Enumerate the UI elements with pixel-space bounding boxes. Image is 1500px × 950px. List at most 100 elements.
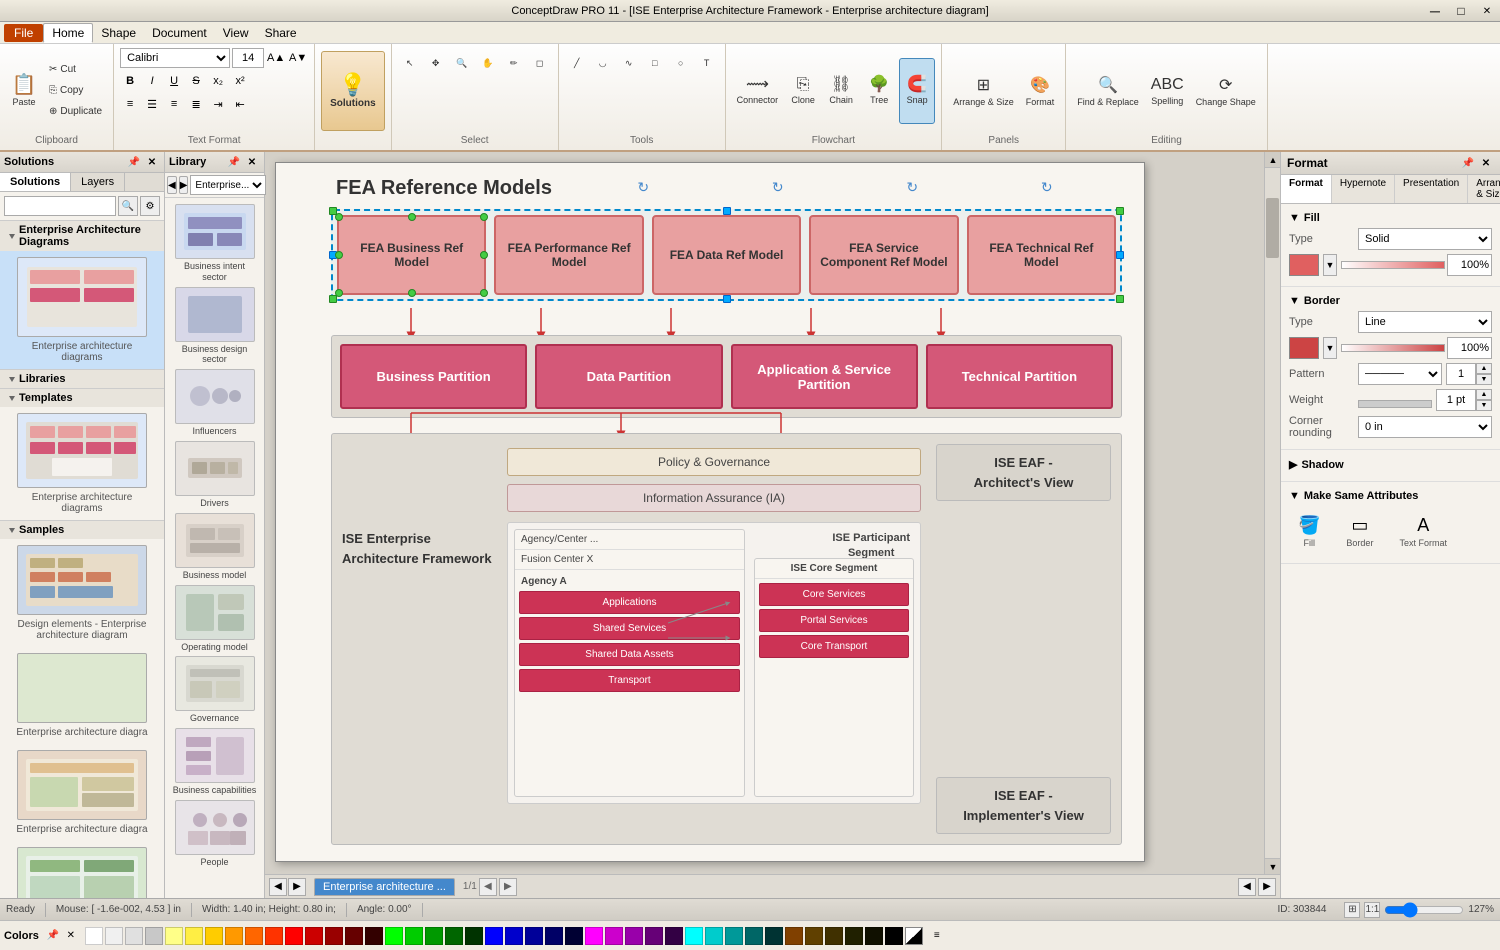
- arc-tool-btn[interactable]: ◡: [591, 48, 615, 78]
- rect-tool-btn[interactable]: □: [643, 48, 667, 78]
- close-btn[interactable]: ✕: [1474, 0, 1500, 22]
- color-blue[interactable]: [485, 927, 503, 945]
- ellipse-tool-btn[interactable]: ○: [669, 48, 693, 78]
- paste-button[interactable]: 📋 Paste: [6, 58, 42, 124]
- handle-bc[interactable]: [723, 295, 731, 303]
- lib-forward-btn[interactable]: ▶: [179, 176, 189, 194]
- color-black[interactable]: [885, 927, 903, 945]
- bold-button[interactable]: B: [120, 71, 140, 91]
- sol-sample-3[interactable]: Enterprise architecture diagra: [0, 744, 164, 841]
- conn-handle-tc[interactable]: [408, 213, 416, 221]
- hscroll-right-btn[interactable]: ▶: [1258, 878, 1276, 896]
- sol-section-templates[interactable]: Templates: [0, 388, 164, 407]
- refresh-icon-3[interactable]: ↻: [906, 179, 918, 196]
- hscroll-left-btn[interactable]: ◀: [1238, 878, 1256, 896]
- fea-box-0[interactable]: FEA Business Ref Model: [337, 215, 486, 295]
- sol-sample-1[interactable]: Design elements - Enterprise architectur…: [0, 539, 164, 647]
- strikethrough-button[interactable]: S: [186, 71, 206, 91]
- color-maroon[interactable]: [345, 927, 363, 945]
- chain-button[interactable]: ⛓ Chain: [823, 58, 859, 124]
- color-yellow[interactable]: [185, 927, 203, 945]
- corner-rounding-select[interactable]: 0 in 0.1 in 0.2 in: [1358, 416, 1492, 438]
- format-make-same-header[interactable]: ▼ Make Same Attributes: [1289, 488, 1492, 506]
- copy-button[interactable]: ⎘Copy: [44, 81, 107, 101]
- line-tool-btn[interactable]: ╱: [565, 48, 589, 78]
- zoom-actual-btn[interactable]: 1:1: [1364, 902, 1380, 918]
- border-opacity-input[interactable]: [1447, 337, 1492, 359]
- color-navy[interactable]: [545, 927, 563, 945]
- shared-services-btn[interactable]: Shared Services: [519, 617, 740, 640]
- align-left-btn[interactable]: ≡: [120, 94, 140, 114]
- color-chocolate[interactable]: [825, 927, 843, 945]
- color-red-darker[interactable]: [325, 927, 343, 945]
- solutions-filter-btn[interactable]: ⚙: [140, 196, 160, 216]
- pattern-down-btn[interactable]: ▼: [1476, 374, 1492, 385]
- format-shadow-header[interactable]: ▶ Shadow: [1289, 456, 1492, 475]
- lib-item-6[interactable]: Governance: [171, 656, 259, 724]
- color-blue-dark[interactable]: [505, 927, 523, 945]
- fill-color-swatch[interactable]: [1289, 254, 1319, 276]
- color-magenta[interactable]: [585, 927, 603, 945]
- underline-button[interactable]: U: [164, 71, 184, 91]
- library-pin-btn[interactable]: 📌: [226, 154, 242, 170]
- color-lime[interactable]: [385, 927, 403, 945]
- solutions-tab-layers[interactable]: Layers: [71, 173, 125, 191]
- canvas-scroll[interactable]: FEA Reference Models ↻ ↻ ↻ ↻: [265, 152, 1264, 874]
- pattern-value-input[interactable]: [1446, 363, 1476, 385]
- border-color-swatch[interactable]: [1289, 337, 1319, 359]
- color-gray[interactable]: [125, 927, 143, 945]
- library-dropdown[interactable]: Enterprise...: [190, 175, 266, 195]
- sol-section-ea-diagrams[interactable]: Enterprise Architecture Diagrams: [0, 220, 164, 251]
- color-mid-gray[interactable]: [145, 927, 163, 945]
- format-tab-arrange[interactable]: Arrange & Size: [1468, 175, 1500, 203]
- align-justify-btn[interactable]: ≣: [186, 94, 206, 114]
- change-shape-button[interactable]: ⟳ Change Shape: [1191, 58, 1261, 124]
- font-family-select[interactable]: Calibri: [120, 48, 230, 68]
- conn-handle-br[interactable]: [480, 289, 488, 297]
- fea-box-4[interactable]: FEA Technical Ref Model: [967, 215, 1116, 295]
- diagram-canvas[interactable]: FEA Reference Models ↻ ↻ ↻ ↻: [275, 162, 1145, 862]
- partition-data[interactable]: Data Partition: [535, 344, 722, 409]
- color-purple-light[interactable]: [605, 927, 623, 945]
- applications-btn[interactable]: Applications: [519, 591, 740, 614]
- colors-pin-btn[interactable]: 📌: [45, 928, 61, 944]
- font-shrink-btn[interactable]: A▼: [288, 48, 308, 68]
- menu-shape[interactable]: Shape: [93, 24, 144, 42]
- vscroll-thumb[interactable]: [1266, 198, 1279, 258]
- colors-close-btn[interactable]: ✕: [63, 928, 79, 944]
- tab-nav-left-btn[interactable]: ◀: [269, 878, 287, 896]
- tab-nav-right-btn[interactable]: ▶: [288, 878, 306, 896]
- italic-button[interactable]: I: [142, 71, 162, 91]
- refresh-icon-1[interactable]: ↻: [637, 179, 649, 196]
- format-tab-hypernote[interactable]: Hypernote: [1332, 175, 1395, 203]
- sol-section-libraries[interactable]: Libraries: [0, 369, 164, 388]
- handle-tr[interactable]: [1116, 207, 1124, 215]
- color-yellow-light[interactable]: [165, 927, 183, 945]
- eraser-btn[interactable]: ◻: [528, 48, 552, 78]
- conn-handle-bl[interactable]: [335, 289, 343, 297]
- menu-document[interactable]: Document: [144, 24, 215, 42]
- spelling-button[interactable]: ABC Spelling: [1146, 58, 1189, 124]
- tab-prev-page-btn[interactable]: ◀: [479, 878, 497, 896]
- pattern-up-btn[interactable]: ▲: [1476, 363, 1492, 374]
- color-forest[interactable]: [445, 927, 463, 945]
- color-purple[interactable]: [625, 927, 643, 945]
- color-cyan[interactable]: [685, 927, 703, 945]
- sol-section-samples[interactable]: Samples: [0, 520, 164, 539]
- format-button[interactable]: 🎨 Format: [1021, 58, 1060, 124]
- format-tab-presentation[interactable]: Presentation: [1395, 175, 1468, 203]
- conn-handle-tr[interactable]: [480, 213, 488, 221]
- shared-data-btn[interactable]: Shared Data Assets: [519, 643, 740, 666]
- outdent-btn[interactable]: ⇤: [230, 94, 250, 114]
- color-teal-light[interactable]: [705, 927, 723, 945]
- lib-item-5[interactable]: Operating model: [171, 585, 259, 653]
- core-transport-btn[interactable]: Core Transport: [759, 635, 909, 658]
- connector-button[interactable]: ⟿ Connector: [732, 58, 784, 124]
- pen-btn[interactable]: ✏: [502, 48, 526, 78]
- color-orange[interactable]: [245, 927, 263, 945]
- refresh-icon-4[interactable]: ↻: [1041, 179, 1053, 196]
- lib-item-4[interactable]: Business model: [171, 513, 259, 581]
- minimize-btn[interactable]: ─: [1422, 0, 1448, 22]
- color-teal-dark[interactable]: [745, 927, 763, 945]
- align-center-btn[interactable]: ☰: [142, 94, 162, 114]
